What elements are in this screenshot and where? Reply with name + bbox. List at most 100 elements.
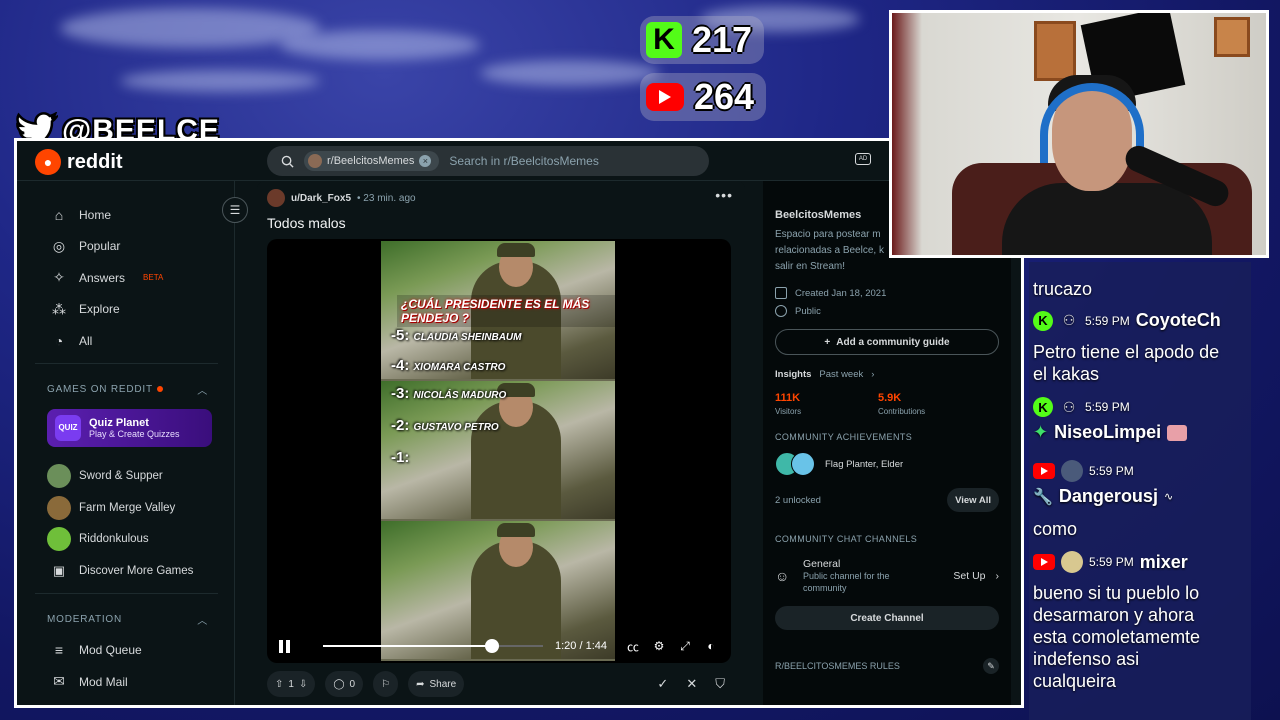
video-progress-bar[interactable]	[323, 639, 543, 653]
community-avatar	[308, 154, 322, 168]
unlocked-count: 2 unlocked	[775, 494, 821, 506]
chevron-right-icon: ›	[995, 570, 1000, 582]
sidebar-collapse-button[interactable]: ☰	[222, 197, 248, 223]
quiz-planet-banner[interactable]: QUIZ Quiz Planet Play & Create Quizzes	[47, 408, 212, 447]
reddit-logo-text: reddit	[67, 150, 123, 173]
youtube-badge-icon	[1033, 554, 1055, 570]
sidebar-item-explore[interactable]: ⁂ Explore	[17, 294, 234, 326]
games-section-header[interactable]: GAMES ON REDDIT ︿	[17, 370, 234, 405]
sidebar-item-all[interactable]: ◔ All	[17, 325, 234, 357]
kick-badge-icon: K	[1033, 310, 1053, 331]
mod-shield-icon[interactable]: ⛉	[715, 676, 725, 692]
clear-chip-icon[interactable]: ×	[419, 155, 432, 167]
more-options-icon[interactable]: •••	[715, 187, 733, 203]
chat-icon: ☺	[775, 568, 790, 584]
community-created: Created Jan 18, 2021	[775, 287, 999, 299]
author-avatar[interactable]	[267, 189, 285, 207]
edit-pencil-icon[interactable]: ✎	[983, 658, 999, 674]
achievements-heading: COMMUNITY ACHIEVEMENTS	[775, 432, 913, 442]
insights-row: Insights Past week ›	[775, 369, 999, 380]
downvote-icon[interactable]: ⇩	[299, 679, 307, 690]
share-button[interactable]: ➦ Share	[408, 671, 465, 697]
sidebar-item-home[interactable]: ⌂ Home	[17, 199, 234, 231]
advertise-icon[interactable]: AD	[855, 153, 871, 165]
approve-icon[interactable]: ✓	[657, 676, 668, 692]
streamer-body	[1002, 183, 1212, 255]
set-up-button[interactable]: Set Up ›	[953, 570, 999, 582]
chat-message-text: como	[1033, 519, 1078, 539]
captions-icon[interactable]: ㏄	[625, 639, 641, 654]
chat-message-text: indefenso asi	[1033, 649, 1140, 669]
community-sidebar: BeelcitosMemes Espacio para postear m re…	[763, 181, 1011, 705]
video-scrubber-handle[interactable]	[485, 639, 500, 653]
pause-icon[interactable]	[279, 639, 293, 653]
video-player[interactable]: ¿CUÁL PRESIDENTE ES EL MÁS PENDEJO ? -5:…	[267, 239, 731, 663]
sidebar-item-label: Mod Mail	[79, 674, 128, 689]
view-all-button[interactable]: View All	[947, 488, 999, 512]
rank-number: -5:	[391, 327, 410, 344]
game-farm-merge-valley[interactable]: Farm Merge Valley	[17, 492, 234, 524]
chat-message-user: ✦ NiseoLimpei	[1033, 422, 1188, 443]
insights-period[interactable]: Past week	[819, 369, 863, 380]
create-channel-button[interactable]: Create Channel	[775, 606, 999, 630]
post-header: u/Dark_Fox5 • 23 min. ago	[267, 189, 416, 207]
fullscreen-icon[interactable]: ⤢	[677, 639, 693, 653]
reddit-logo[interactable]: ● reddit	[35, 149, 123, 175]
chat-message-meta: 5:59 PM	[1033, 460, 1134, 482]
discover-more-games[interactable]: ▣ Discover More Games	[17, 555, 234, 587]
video-frame: ¿CUÁL PRESIDENTE ES EL MÁS PENDEJO ? -5:…	[381, 241, 615, 661]
video-rank-4: -4: XIOMARA CASTRO	[391, 357, 505, 374]
chat-channel-general[interactable]: ☺ General Public channel for the community…	[775, 558, 999, 594]
visibility-text: Public	[795, 305, 821, 317]
unlocked-row: 2 unlocked View All	[775, 488, 999, 512]
games-heading: GAMES ON REDDIT	[47, 383, 153, 395]
remove-icon[interactable]: ✕	[686, 676, 697, 692]
contributions-value: 5.9K	[878, 392, 902, 404]
description-line: relacionadas a Beelce, k	[775, 245, 884, 256]
search-bar[interactable]: r/BeelcitosMemes × Search in r/Beelcitos…	[267, 146, 709, 176]
chat-message-text: esta comoletamemte	[1033, 627, 1201, 647]
moderation-section-header[interactable]: MODERATION ︿	[17, 600, 234, 635]
award-button[interactable]: ⚐	[373, 671, 399, 697]
video-controls: 1:20 / 1:44 ㏄ ⚙ ⤢ ◐	[267, 629, 731, 663]
sidebar-item-mod-mail[interactable]: ✉ Mod Mail	[17, 666, 234, 698]
video-rank-3: -3: NICOLÁS MADURO	[391, 385, 506, 402]
post-title[interactable]: Todos malos	[267, 215, 346, 231]
youtube-badge-icon	[1033, 463, 1055, 479]
youtube-viewer-count: 264	[694, 76, 755, 117]
sidebar-item-popular[interactable]: ◎ Popular	[17, 231, 234, 263]
upvote-icon[interactable]: ⇧	[275, 679, 283, 690]
search-input[interactable]: Search in r/BeelcitosMemes	[449, 154, 598, 168]
comments-button[interactable]: ◯ 0	[325, 671, 364, 697]
rules-heading: R/BEELCITOSMEMES RULES	[775, 661, 900, 671]
sidebar-item-mod-queue[interactable]: ≡ Mod Queue	[17, 635, 234, 667]
insights-label: Insights	[775, 369, 812, 380]
post-author[interactable]: u/Dark_Fox5	[291, 193, 351, 204]
add-community-guide-button[interactable]: + Add a community guide	[775, 329, 999, 355]
chevron-up-icon[interactable]: ︿	[197, 612, 208, 627]
video-progress-fill	[323, 645, 493, 647]
moderation-heading: MODERATION	[47, 613, 123, 625]
chat-message-meta: K ⚇ 5:59 PM	[1033, 397, 1130, 417]
quiz-icon: QUIZ	[55, 414, 81, 441]
youtube-logo-icon	[646, 83, 684, 111]
chat-username: mixer	[1139, 551, 1188, 572]
community-description: Espacio para postear m relacionadas a Be…	[775, 227, 885, 275]
chevron-right-icon[interactable]: ›	[871, 369, 874, 380]
chat-username: NiseoLimpei	[1054, 422, 1162, 442]
chat-time: 5:59 PM	[1089, 555, 1134, 569]
game-sword-supper[interactable]: Sword & Supper	[17, 461, 234, 493]
vote-control: ⇧ 1 ⇩	[267, 671, 316, 697]
rank-name: GUSTAVO PETRO	[413, 422, 499, 433]
kick-badge-icon: K	[1033, 397, 1053, 417]
sidebar-item-label: Mod Queue	[79, 643, 142, 658]
volume-icon[interactable]: ◐	[703, 639, 719, 653]
community-search-chip[interactable]: r/BeelcitosMemes ×	[304, 151, 440, 171]
chevron-up-icon[interactable]: ︿	[197, 382, 208, 397]
settings-gear-icon[interactable]: ⚙	[651, 639, 667, 653]
webcam-overlay	[889, 10, 1269, 258]
achievement-badge-icon	[791, 452, 815, 476]
sidebar-item-answers[interactable]: ✧ Answers BETA	[17, 262, 234, 294]
sidebar-item-label: Home	[79, 207, 112, 222]
game-riddonkulous[interactable]: Riddonkulous	[17, 524, 234, 556]
